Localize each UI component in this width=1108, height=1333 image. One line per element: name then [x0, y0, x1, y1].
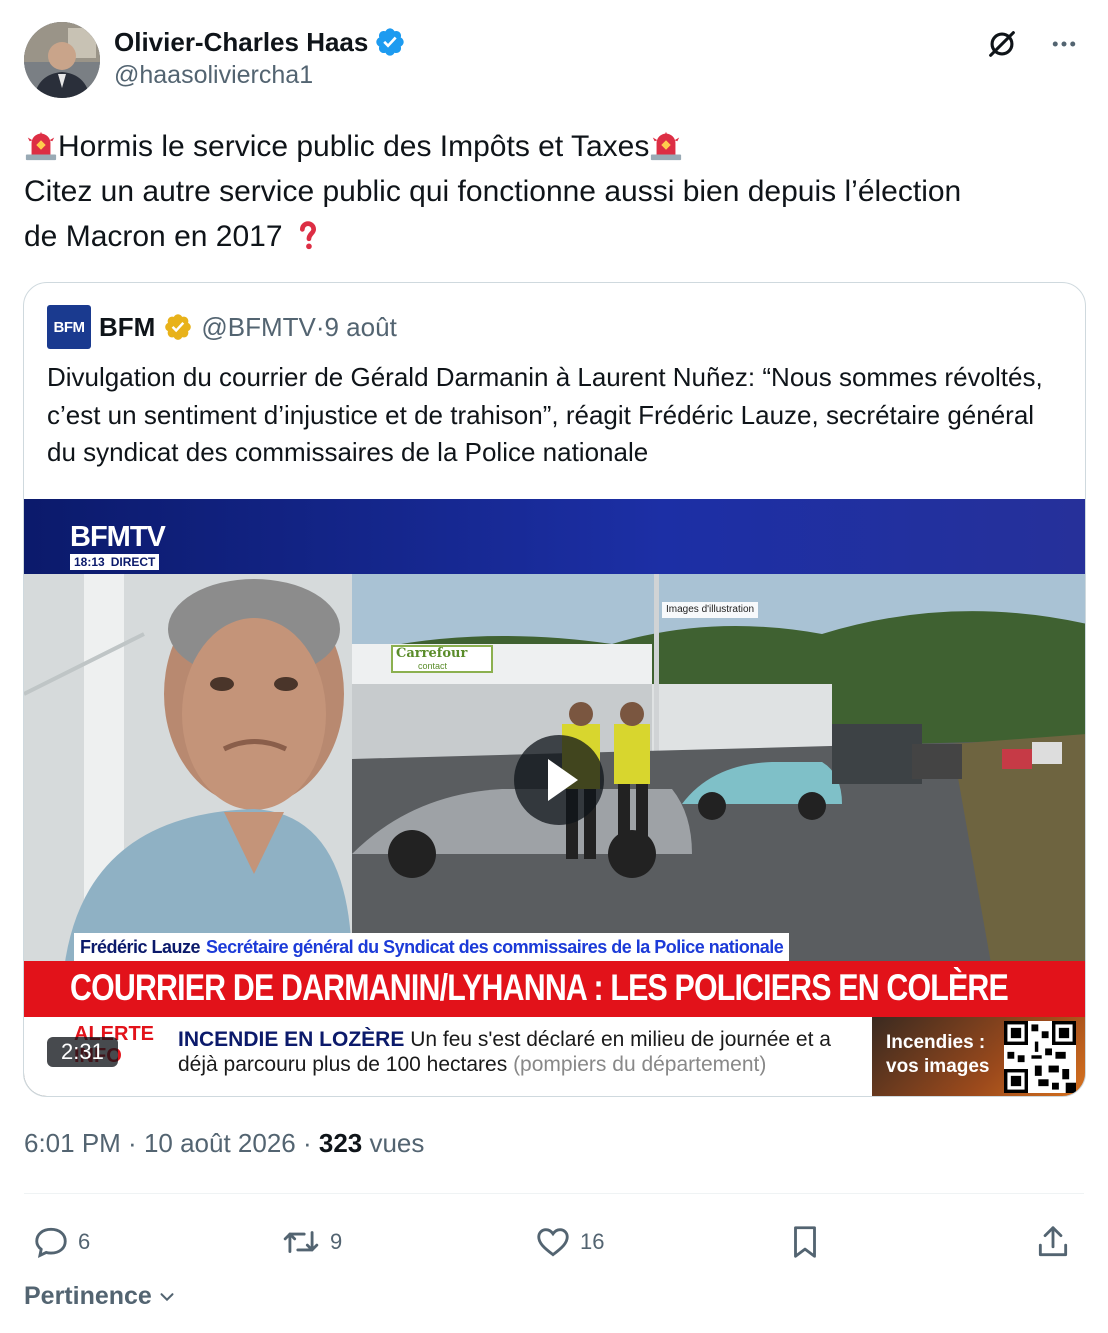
- rotating-light-emoji-icon: [651, 131, 682, 161]
- divider: [24, 1193, 1084, 1194]
- author-avatar[interactable]: [24, 22, 100, 98]
- action-bar: 6 9 16: [24, 1214, 1084, 1270]
- reply-icon: [35, 1227, 67, 1258]
- like-count: 16: [580, 1229, 605, 1254]
- gold-verified-badge-icon: [165, 314, 192, 340]
- repost-count: 9: [330, 1229, 343, 1254]
- ticker-text: INCENDIE EN LOZÈRE Un feu s'est déclaré …: [178, 1028, 831, 1076]
- author-handle[interactable]: @haasolivierchа1: [114, 58, 406, 92]
- quoted-tweet[interactable]: BFM BFM @BFMTV · 9 août Divulgation du c…: [23, 282, 1086, 1097]
- tweet-line-2: Citez un autre service public qui foncti…: [24, 175, 962, 208]
- rotating-light-emoji-icon: [25, 131, 57, 161]
- qr-code-icon: [1004, 1021, 1076, 1093]
- sort-label: Pertinence: [24, 1282, 152, 1310]
- news-ticker: ALERTE INFO INCENDIE EN LOZÈRE Un feu s'…: [24, 1017, 1085, 1096]
- author-name[interactable]: Olivier-Charles Haas: [114, 26, 368, 58]
- views-count: 323: [318, 1128, 363, 1158]
- guest-nameplate: Frédéric Lauze Secrétaire général du Syn…: [74, 933, 790, 961]
- chevron-down-icon: [160, 1292, 174, 1301]
- like-button[interactable]: 16: [534, 1214, 604, 1270]
- tweet-header: Olivier-Charles Haas @haasolivierchа1: [24, 22, 1084, 102]
- guest-name: Frédéric Lauze: [80, 936, 201, 957]
- tweet-line-3: de Macron en 2017: [24, 220, 291, 253]
- tweet-date[interactable]: 10 août 2026: [144, 1128, 296, 1158]
- bfm-avatar[interactable]: BFM: [47, 305, 91, 349]
- play-icon: [548, 759, 578, 801]
- more-options-icon[interactable]: [1044, 24, 1084, 64]
- tweet-text: Hormis le service public des Impôts et T…: [24, 124, 1084, 259]
- street-scene: Images d'illustration Carrefour contact: [352, 574, 1085, 969]
- live-indicator: 18:13 DIRECT: [70, 554, 160, 570]
- tweet-line-1: Hormis le service public des Impôts et T…: [58, 130, 650, 163]
- quote-date[interactable]: 9 août: [325, 312, 397, 343]
- incendies-promo: Incendies : vos images: [872, 1017, 1085, 1096]
- verified-badge-icon[interactable]: [374, 26, 406, 58]
- video-player[interactable]: BFMTV 18:13 DIRECT Images d'illustration…: [24, 499, 1085, 1096]
- grok-icon[interactable]: [982, 24, 1022, 64]
- street-scene-illustration: [352, 574, 1085, 969]
- guest-role: Secrétaire général du Syndicat des commi…: [206, 936, 784, 957]
- interviewee-frame: [24, 574, 352, 969]
- quote-separator: ·: [315, 311, 325, 342]
- sort-dropdown[interactable]: Pertinence: [24, 1282, 178, 1311]
- repost-button[interactable]: 9: [280, 1214, 342, 1270]
- repost-icon: [283, 1231, 319, 1253]
- quote-author-handle[interactable]: @BFMTV: [201, 312, 316, 343]
- store-sign: Carrefour contact: [396, 646, 468, 671]
- tweet-meta: 6:01 PM · 10 août 2026 · 323 vues: [24, 1128, 425, 1158]
- illustration-label: Images d'illustration: [666, 604, 755, 615]
- play-button[interactable]: [514, 735, 604, 825]
- share-button[interactable]: [1034, 1214, 1072, 1270]
- quote-text: Divulgation du courrier de Gérald Darman…: [47, 362, 1043, 467]
- quote-author-name[interactable]: BFM: [99, 312, 155, 343]
- video-headline: COURRIER DE DARMANIN/LYHANNA : LES POLIC…: [70, 967, 1009, 1008]
- bfm-top-bar: [24, 499, 1085, 574]
- share-icon: [1038, 1226, 1068, 1257]
- interviewee-illustration: [24, 574, 352, 969]
- avatar-photo: [24, 22, 100, 98]
- bfmtv-logo: BFMTV: [70, 521, 166, 553]
- video-duration: 2:31: [47, 1037, 118, 1067]
- bookmark-icon: [794, 1226, 816, 1258]
- views-label: vues: [362, 1128, 425, 1158]
- tweet-time[interactable]: 6:01 PM: [24, 1128, 121, 1158]
- heart-icon: [537, 1228, 569, 1257]
- reply-count: 6: [78, 1229, 91, 1254]
- bookmark-button[interactable]: [786, 1214, 824, 1270]
- question-mark-emoji-icon: [299, 221, 316, 250]
- reply-button[interactable]: 6: [32, 1214, 90, 1270]
